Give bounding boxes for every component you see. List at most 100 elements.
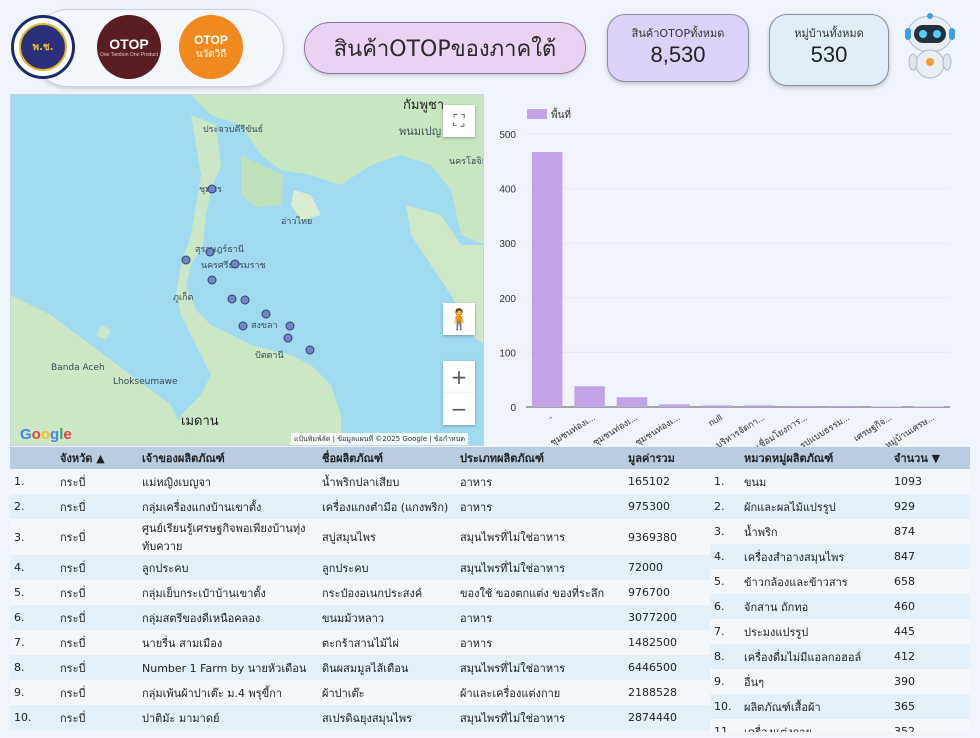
- table-row[interactable]: 7. กระบี่ นายรื่น สามเมือง ตะกร้าสานไม้ไผ่อ…: [10, 630, 710, 655]
- table-cell: จักสาน ถักทอ: [740, 594, 890, 619]
- table-cell: 976700: [624, 580, 710, 605]
- table-cell: 2874440: [624, 705, 710, 730]
- table-cell: อาหาร: [456, 469, 624, 494]
- column-header[interactable]: [10, 447, 56, 469]
- table-cell: สมุนไพรที่ไม่ใช่อาหาร: [456, 705, 624, 730]
- table-cell: 3.: [710, 519, 740, 544]
- column-header[interactable]: หมวดหมู่ผลิตภัณฑ์: [740, 447, 890, 469]
- table-row[interactable]: 5. ข้าวกล้องและข้าวสาร 658: [710, 569, 970, 594]
- location-marker[interactable]: [240, 295, 250, 305]
- table-row[interactable]: 11. เครื่องแต่งกาย 352: [710, 719, 970, 732]
- table-row[interactable]: 2. ผักและผลไม้แปรรูป 929: [710, 494, 970, 519]
- location-marker[interactable]: [238, 321, 248, 331]
- column-header[interactable]: จำนวน ▼: [890, 447, 970, 469]
- table-cell: กระบี่: [56, 519, 138, 555]
- table-cell: กระบี่: [56, 705, 138, 730]
- bar[interactable]: [659, 404, 690, 407]
- table-cell: กลุ่มสตรีของดีเหนือคลอง: [138, 605, 318, 630]
- location-marker[interactable]: [283, 333, 293, 343]
- table-cell: 4.: [710, 544, 740, 569]
- category-table: หมวดหมู่ผลิตภัณฑ์ จำนวน ▼ 1. ขนม 1093 2. ผักแ…: [710, 447, 970, 732]
- table-cell: 9369380: [624, 519, 710, 555]
- table-cell: ข้าวกล้องและข้าวสาร: [740, 569, 890, 594]
- table-cell: 352: [890, 719, 970, 732]
- table-row[interactable]: 1. กระบี่ แม่หญิงเบญจา น้ำพริกปลาเสียบ อาหาร…: [10, 469, 710, 494]
- map-markers: [181, 184, 315, 355]
- location-marker[interactable]: [181, 255, 191, 265]
- bar[interactable]: [574, 386, 605, 407]
- location-marker[interactable]: [207, 275, 217, 285]
- bar[interactable]: [701, 405, 733, 407]
- column-header[interactable]: [710, 447, 740, 469]
- table-cell: กลุ่มเครื่องแกงบ้านเขาตั้ง: [138, 494, 318, 519]
- table-cell: 390: [890, 669, 970, 694]
- table-row[interactable]: 10. ผลิตภัณฑ์เสื้อผ้า 365: [710, 694, 970, 719]
- location-marker[interactable]: [227, 294, 237, 304]
- location-marker[interactable]: [205, 247, 215, 257]
- column-header[interactable]: ชื่อผลิตภัณฑ์: [318, 447, 456, 469]
- column-header[interactable]: ประเภทผลิตภัณฑ์: [456, 447, 624, 469]
- table-cell: 72000: [624, 555, 710, 580]
- x-tick-label: ชุมชนท่องเ...: [548, 412, 597, 448]
- products-table: จังหวัด ▲ เจ้าของผลิตภัณฑ์ ชื่อผลิตภัณฑ์ ปร…: [10, 447, 710, 730]
- table-cell: อาหาร: [456, 630, 624, 655]
- bar[interactable]: [871, 406, 902, 407]
- location-marker[interactable]: [207, 184, 217, 194]
- table-cell: กระบี่: [56, 494, 138, 519]
- table-row[interactable]: 8. เครื่องดื่มไม่มีแอลกอฮอล์ 412: [710, 644, 970, 669]
- table-cell: อื่นๆ: [740, 669, 890, 694]
- kpi-label: สินค้าOTOPทั้งหมด: [631, 27, 725, 40]
- table-cell: 8.: [10, 655, 56, 680]
- table-row[interactable]: 2. กระบี่ กลุ่มเครื่องแกงบ้านเขาตั้ง เครื่อ…: [10, 494, 710, 519]
- otop-logo: OTOP One Tambon One Product: [97, 15, 161, 79]
- table-row[interactable]: 7. ประมงแปรรูป 445: [710, 619, 970, 644]
- location-marker[interactable]: [285, 321, 295, 331]
- bar[interactable]: [786, 405, 817, 407]
- table-cell: อาหาร: [456, 494, 624, 519]
- table-row[interactable]: 5. กระบี่ กลุ่มเย็บกระเป๋าบ้านเขาตั้ง กระป๋…: [10, 580, 710, 605]
- table-cell: กระบี่: [56, 605, 138, 630]
- table-row[interactable]: 8. กระบี่ Number 1 Farm by นายหัวเดือน ดินผ…: [10, 655, 710, 680]
- table-cell: ศูนย์เรียนรู้เศรษฐกิจพอเพียงบ้านทุ่งทับค…: [138, 519, 318, 555]
- bar[interactable]: [616, 397, 648, 407]
- table-cell: 9.: [710, 669, 740, 694]
- table-cell: อาหาร: [456, 605, 624, 630]
- table-cell: 11.: [710, 719, 740, 732]
- table-row[interactable]: 6. จักสาน ถักทอ 460: [710, 594, 970, 619]
- table-row[interactable]: 10. กระบี่ ปาติมัะ มามาดย์ สเปรดิฉยุงสมุนไพ…: [10, 705, 710, 730]
- bar-chart[interactable]: 0100200300400500-ชุมชนท่องเ...ชุมชนท่องเ…: [494, 100, 954, 450]
- bar[interactable]: [828, 405, 860, 407]
- table-row[interactable]: 3. น้ำพริก 874: [710, 519, 970, 544]
- table-row[interactable]: 6. กระบี่ กลุ่มสตรีของดีเหนือคลอง ขนมม้วหลา…: [10, 605, 710, 630]
- table-row[interactable]: 3. กระบี่ ศูนย์เรียนรู้เศรษฐกิจพอเพียงบ้าน…: [10, 519, 710, 555]
- table-cell: กระบี่: [56, 580, 138, 605]
- table-row[interactable]: 9. อื่นๆ 390: [710, 669, 970, 694]
- table-cell: 10.: [710, 694, 740, 719]
- table-cell: 6.: [10, 605, 56, 630]
- table-cell: เครื่องแกงตำมือ (แกงพริก): [318, 494, 456, 519]
- table-cell: 365: [890, 694, 970, 719]
- bar[interactable]: [531, 152, 563, 407]
- table-cell: 6.: [710, 594, 740, 619]
- table-cell: ปาติมัะ มามาดย์: [138, 705, 318, 730]
- table-row[interactable]: 4. เครื่องสำอางสมุนไพร 847: [710, 544, 970, 569]
- x-tick-label: null: [707, 412, 724, 428]
- table-row[interactable]: 9. กระบี่ กลุ่มเพ้นผ้าปาเต๊ะ ม.4 พรุขี้กาผ…: [10, 680, 710, 705]
- table-cell: 1.: [710, 469, 740, 494]
- location-marker[interactable]: [261, 309, 271, 319]
- column-header[interactable]: เจ้าของผลิตภัณฑ์: [138, 447, 318, 469]
- bar[interactable]: [913, 406, 945, 407]
- table-cell: 7.: [10, 630, 56, 655]
- table-cell: 165102: [624, 469, 710, 494]
- table-row[interactable]: 4. กระบี่ ลูกประคบ ลูกประคบ สมุนไพรที่ไม่ใช่…: [10, 555, 710, 580]
- location-marker[interactable]: [230, 259, 240, 269]
- column-header[interactable]: จังหวัด ▲: [56, 447, 138, 469]
- table-cell: กระบี่: [56, 555, 138, 580]
- legend-label: พื้นที่: [551, 107, 571, 121]
- bar[interactable]: [743, 405, 775, 407]
- x-tick-label: -: [546, 412, 554, 422]
- column-header[interactable]: มูลค่ารวม: [624, 447, 710, 469]
- table-cell: กลุ่มเพ้นผ้าปาเต๊ะ ม.4 พรุขี้กา: [138, 680, 318, 705]
- location-marker[interactable]: [305, 345, 315, 355]
- table-row[interactable]: 1. ขนม 1093: [710, 469, 970, 494]
